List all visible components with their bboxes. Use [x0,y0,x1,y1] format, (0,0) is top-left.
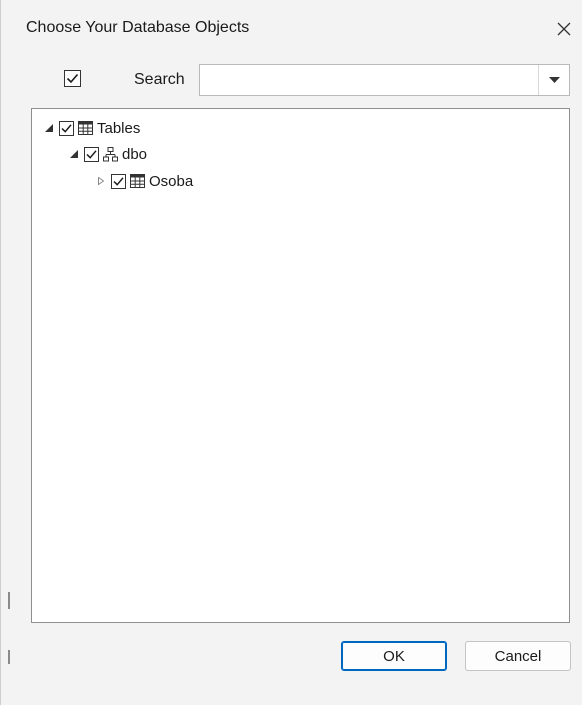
window-edge-mark [8,592,10,609]
close-button[interactable] [549,14,579,44]
title-bar: Choose Your Database Objects [1,0,582,56]
tree-checkbox-dbo[interactable] [84,146,99,162]
tree-node-osoba[interactable]: Osoba [94,170,193,192]
cancel-button[interactable]: Cancel [465,641,571,671]
schema-icon [102,146,118,162]
search-dropdown-button[interactable] [538,65,569,95]
tree-node-label: Tables [97,119,141,137]
database-objects-tree[interactable]: Tables dbo Osoba [31,108,570,623]
tree-checkbox-tables[interactable] [59,120,74,136]
expand-icon[interactable] [94,174,108,188]
search-input[interactable] [200,65,538,95]
chevron-down-icon [548,77,560,83]
search-combobox[interactable] [199,64,570,96]
search-label: Search [134,71,185,88]
select-all-checkbox[interactable] [64,70,81,87]
dialog-title: Choose Your Database Objects [26,19,250,36]
close-icon [557,22,571,36]
tree-node-dbo[interactable]: dbo [67,143,147,165]
table-icon [129,173,145,189]
tree-checkbox-osoba[interactable] [111,173,126,189]
window-edge-mark [8,650,10,664]
collapse-icon[interactable] [67,147,81,161]
tree-node-label: dbo [122,145,148,163]
tree-node-label: Osoba [149,172,194,190]
collapse-icon[interactable] [42,121,56,135]
table-icon [77,120,93,136]
choose-database-objects-dialog: Choose Your Database Objects Search Tabl… [0,0,582,705]
ok-button[interactable]: OK [341,641,447,671]
tree-node-tables[interactable]: Tables [42,117,140,139]
